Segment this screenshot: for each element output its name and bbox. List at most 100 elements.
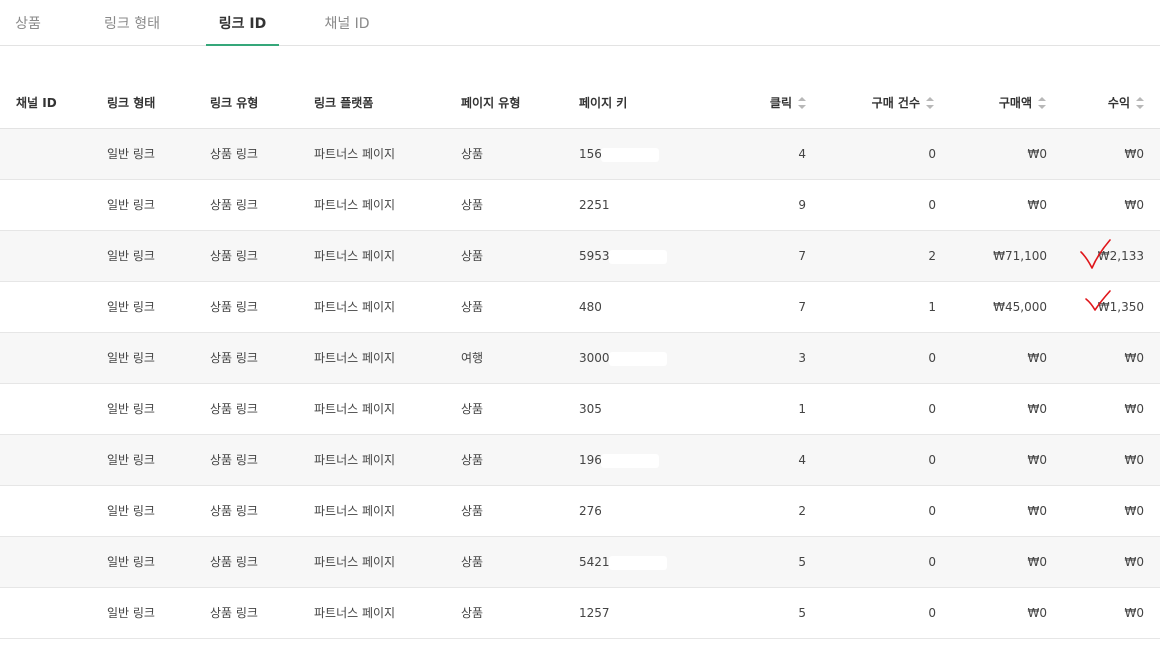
cell-purchase-amount-text: ₩0 bbox=[1027, 402, 1048, 416]
cell-page-type: 상품 bbox=[461, 486, 483, 536]
cell-clicks-text: 2 bbox=[798, 504, 806, 518]
sort-icon[interactable] bbox=[1136, 96, 1144, 109]
header-clicks[interactable]: 클릭 bbox=[720, 80, 806, 127]
cell-link-type: 상품 링크 bbox=[210, 588, 258, 638]
cell-purchase-count-text: 0 bbox=[928, 402, 936, 416]
cell-page-type-text: 상품 bbox=[461, 198, 484, 212]
cell-purchase-amount: ₩0 bbox=[950, 384, 1048, 434]
header-purchase-count-label: 구매 건수 bbox=[871, 96, 920, 110]
redaction-mask bbox=[608, 351, 667, 366]
cell-clicks: 1 bbox=[720, 384, 806, 434]
header-purchase-amount-label: 구매액 bbox=[998, 96, 1032, 110]
cell-page-type: 상품 bbox=[461, 282, 483, 332]
cell-link-platform: 파트너스 페이지 bbox=[314, 333, 395, 383]
tab-link-id[interactable]: 링크 ID bbox=[206, 0, 279, 46]
redaction-mask bbox=[600, 504, 659, 519]
cell-page-key: 196 bbox=[579, 435, 659, 485]
cell-link-type: 상품 링크 bbox=[210, 129, 258, 179]
cell-page-key-text: 480 bbox=[579, 300, 602, 314]
header-purchase-amount[interactable]: 구매액 bbox=[950, 80, 1046, 127]
cell-revenue: ₩0 bbox=[1060, 537, 1145, 587]
cell-revenue-text: ₩0 bbox=[1124, 555, 1145, 569]
table-row: 일반 링크 상품 링크 파트너스 페이지 상품 5421 5 0 ₩0 ₩0 bbox=[0, 537, 1160, 588]
cell-link-type: 상품 링크 bbox=[210, 486, 258, 536]
header-channel-id: 채널 ID bbox=[16, 96, 57, 110]
table-row: 일반 링크 상품 링크 파트너스 페이지 상품 276 2 0 ₩0 ₩0 bbox=[0, 486, 1160, 537]
cell-clicks-text: 4 bbox=[798, 453, 806, 467]
cell-purchase-count: 0 bbox=[830, 129, 936, 179]
redaction-mask bbox=[600, 402, 659, 417]
cell-clicks: 4 bbox=[720, 435, 806, 485]
cell-page-type-text: 상품 bbox=[461, 555, 484, 569]
cell-clicks: 4 bbox=[720, 129, 806, 179]
cell-purchase-count-text: 0 bbox=[928, 606, 936, 620]
cell-page-key-text: 3000 bbox=[579, 351, 610, 365]
cell-page-type: 상품 bbox=[461, 231, 483, 281]
cell-revenue: ₩0 bbox=[1060, 384, 1145, 434]
cell-clicks: 3 bbox=[720, 333, 806, 383]
cell-page-key-text: 305 bbox=[579, 402, 602, 416]
redaction-mask bbox=[608, 555, 667, 570]
cell-page-key: 480 bbox=[579, 282, 659, 332]
cell-purchase-count: 0 bbox=[830, 435, 936, 485]
sort-icon[interactable] bbox=[798, 96, 806, 109]
header-purchase-count[interactable]: 구매 건수 bbox=[830, 80, 934, 127]
cell-link-platform-text: 파트너스 페이지 bbox=[314, 198, 396, 212]
cell-clicks-text: 7 bbox=[798, 249, 806, 263]
cell-page-key: 1257 bbox=[579, 588, 667, 638]
cell-link-form: 일반 링크 bbox=[107, 129, 155, 179]
cell-revenue: ₩0 bbox=[1060, 129, 1145, 179]
cell-link-type: 상품 링크 bbox=[210, 231, 258, 281]
header-revenue[interactable]: 수익 bbox=[1060, 80, 1144, 127]
redaction-mask bbox=[608, 606, 667, 621]
table-row: 일반 링크 상품 링크 파트너스 페이지 상품 480 7 1 ₩45,000 ₩1,350 bbox=[0, 282, 1160, 333]
cell-purchase-amount: ₩0 bbox=[950, 129, 1048, 179]
cell-purchase-amount: ₩0 bbox=[950, 588, 1048, 638]
cell-revenue: ₩0 bbox=[1060, 486, 1145, 536]
cell-link-form: 일반 링크 bbox=[107, 588, 155, 638]
cell-page-type: 상품 bbox=[461, 537, 483, 587]
cell-page-type: 상품 bbox=[461, 384, 483, 434]
cell-link-type-text: 상품 링크 bbox=[210, 300, 258, 314]
tab-link-form[interactable]: 링크 형태 bbox=[96, 0, 168, 45]
header-link-platform: 링크 플랫폼 bbox=[314, 96, 374, 110]
cell-link-type: 상품 링크 bbox=[210, 180, 258, 230]
cell-purchase-count-text: 2 bbox=[928, 249, 936, 263]
cell-purchase-amount: ₩0 bbox=[950, 435, 1048, 485]
cell-link-platform: 파트너스 페이지 bbox=[314, 486, 395, 536]
redaction-mask bbox=[600, 300, 659, 315]
cell-purchase-amount-text: ₩0 bbox=[1027, 453, 1048, 467]
cell-link-platform-text: 파트너스 페이지 bbox=[314, 351, 396, 365]
cell-link-platform: 파트너스 페이지 bbox=[314, 384, 395, 434]
cell-purchase-amount-text: ₩0 bbox=[1027, 504, 1048, 518]
redaction-mask bbox=[608, 249, 667, 264]
cell-link-form-text: 일반 링크 bbox=[107, 300, 155, 314]
cell-page-key: 2251 bbox=[579, 180, 667, 230]
cell-page-type-text: 여행 bbox=[461, 351, 484, 365]
cell-clicks-text: 5 bbox=[798, 555, 806, 569]
cell-page-key-text: 5421 bbox=[579, 555, 610, 569]
tab-product[interactable]: 상품 bbox=[0, 0, 56, 45]
sort-icon[interactable] bbox=[926, 96, 934, 109]
cell-link-type-text: 상품 링크 bbox=[210, 351, 258, 365]
cell-link-platform-text: 파트너스 페이지 bbox=[314, 249, 396, 263]
cell-link-form: 일반 링크 bbox=[107, 231, 155, 281]
cell-revenue-text: ₩0 bbox=[1124, 504, 1145, 518]
cell-revenue: ₩0 bbox=[1060, 333, 1145, 383]
cell-clicks-text: 1 bbox=[798, 402, 806, 416]
cell-purchase-amount-text: ₩0 bbox=[1027, 351, 1048, 365]
tab-channel-id[interactable]: 채널 ID bbox=[314, 0, 380, 45]
cell-link-type: 상품 링크 bbox=[210, 282, 258, 332]
sort-icon[interactable] bbox=[1038, 96, 1046, 109]
cell-link-type: 상품 링크 bbox=[210, 333, 258, 383]
cell-page-type-text: 상품 bbox=[461, 504, 484, 518]
table-row: 일반 링크 상품 링크 파트너스 페이지 상품 1257 5 0 ₩0 ₩0 bbox=[0, 588, 1160, 639]
cell-link-platform: 파트너스 페이지 bbox=[314, 588, 395, 638]
cell-revenue: ₩0 bbox=[1060, 180, 1145, 230]
cell-clicks: 5 bbox=[720, 588, 806, 638]
header-clicks-label: 클릭 bbox=[769, 96, 792, 110]
cell-page-type: 상품 bbox=[461, 129, 483, 179]
header-link-form: 링크 형태 bbox=[107, 96, 156, 110]
cell-link-type-text: 상품 링크 bbox=[210, 147, 258, 161]
header-revenue-label: 수익 bbox=[1107, 96, 1130, 110]
